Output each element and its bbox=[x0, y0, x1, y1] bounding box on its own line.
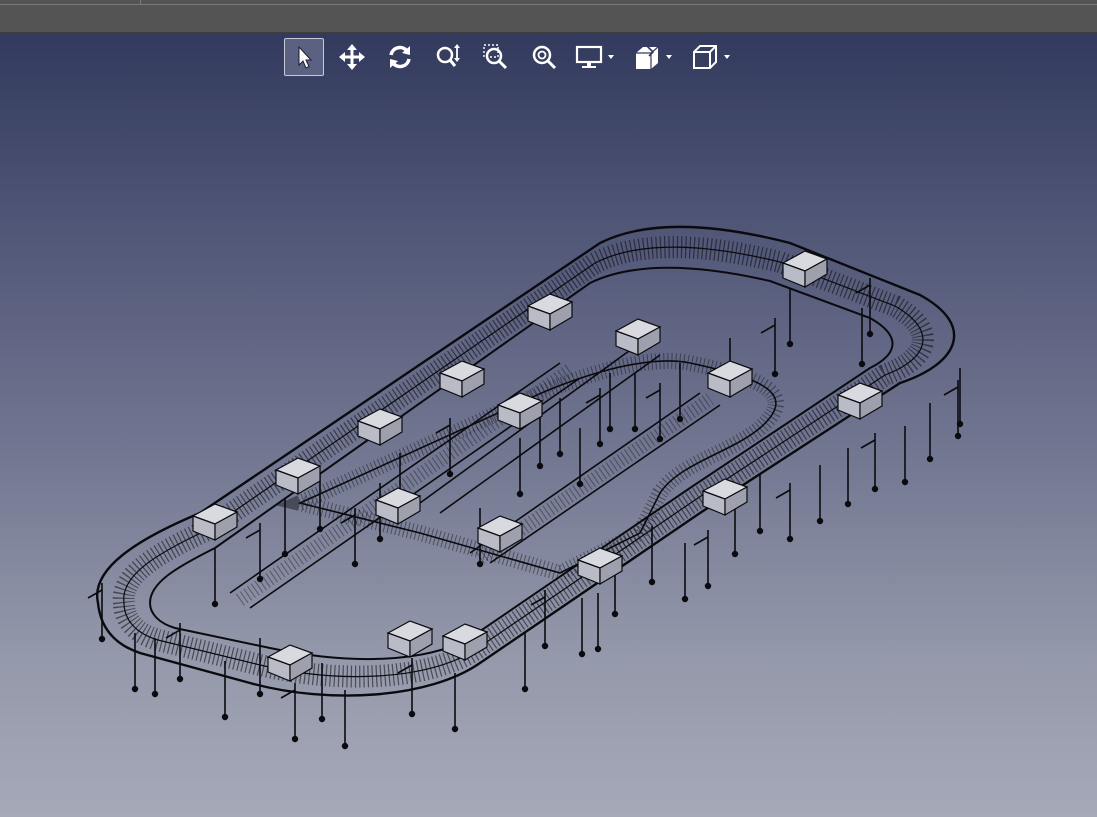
cargo-box[interactable] bbox=[706, 360, 754, 399]
cad-application bbox=[0, 0, 1097, 817]
leg-foot bbox=[318, 715, 326, 723]
title-bar bbox=[0, 0, 1097, 33]
leg-foot bbox=[648, 578, 656, 586]
cargo-box[interactable] bbox=[356, 408, 404, 447]
title-bar-tab-separator bbox=[140, 0, 141, 5]
leg-foot bbox=[731, 550, 739, 558]
leg-foot bbox=[211, 600, 219, 608]
leg-foot bbox=[256, 690, 264, 698]
view-cube-group bbox=[688, 38, 732, 76]
conveyor-model[interactable] bbox=[0, 33, 1097, 817]
leg-brace bbox=[87, 589, 103, 599]
cargo-box[interactable] bbox=[496, 392, 544, 431]
view-orientation-button[interactable] bbox=[688, 38, 722, 76]
leg-foot bbox=[704, 582, 712, 590]
leg-foot bbox=[866, 330, 874, 338]
conveyor-rail bbox=[95, 225, 956, 697]
leg-foot bbox=[578, 650, 586, 658]
zoom-fit-tool-button[interactable] bbox=[524, 38, 564, 76]
leg-foot bbox=[786, 535, 794, 543]
leg-foot bbox=[611, 610, 619, 618]
cube-view-icon bbox=[693, 45, 717, 69]
leg-foot bbox=[446, 470, 454, 478]
leg-foot bbox=[176, 675, 184, 683]
view-toolbar bbox=[284, 36, 746, 78]
leg-foot bbox=[151, 690, 159, 698]
leg-foot bbox=[926, 455, 934, 463]
leg-foot bbox=[631, 425, 639, 433]
pan-arrows-icon bbox=[339, 44, 365, 70]
leg-brace bbox=[645, 389, 661, 399]
cargo-box[interactable] bbox=[781, 250, 829, 289]
leg-brace bbox=[775, 489, 791, 499]
cargo-box[interactable] bbox=[438, 360, 486, 399]
leg-foot bbox=[844, 500, 852, 508]
cargo-box[interactable] bbox=[386, 620, 434, 659]
leg-foot bbox=[221, 713, 229, 721]
rotate-tool-button[interactable] bbox=[380, 38, 420, 76]
view-orientation-dropdown[interactable] bbox=[722, 47, 732, 67]
leg-foot bbox=[771, 370, 779, 378]
zoom-window-tool-button[interactable] bbox=[476, 38, 516, 76]
leg-foot bbox=[536, 462, 544, 470]
cargo-box[interactable] bbox=[191, 503, 239, 542]
leg-foot bbox=[756, 527, 764, 535]
pan-tool-button[interactable] bbox=[332, 38, 372, 76]
leg-foot bbox=[596, 440, 604, 448]
monitor-icon bbox=[575, 45, 603, 68]
cargo-box[interactable] bbox=[614, 318, 662, 357]
leg-foot bbox=[954, 432, 962, 440]
leg-foot bbox=[376, 535, 384, 543]
display-mode-group bbox=[572, 38, 616, 76]
leg-foot bbox=[816, 517, 824, 525]
cargo-box[interactable] bbox=[476, 515, 524, 554]
section-view-dropdown[interactable] bbox=[664, 47, 674, 67]
leg-foot bbox=[681, 595, 689, 603]
leg-foot bbox=[594, 645, 602, 653]
leg-foot bbox=[451, 725, 459, 733]
leg-brace bbox=[693, 536, 709, 546]
leg-foot bbox=[858, 360, 866, 368]
leg-foot bbox=[521, 685, 529, 693]
leg-foot bbox=[341, 742, 349, 750]
leg-foot bbox=[131, 685, 139, 693]
rotate-icon bbox=[389, 45, 411, 69]
leg-foot bbox=[901, 478, 909, 486]
zoom-fit-icon bbox=[532, 45, 557, 70]
leg-brace bbox=[860, 439, 876, 449]
leg-foot bbox=[516, 490, 524, 498]
chevron-down-icon bbox=[724, 55, 730, 59]
leg-foot bbox=[786, 340, 794, 348]
display-mode-dropdown[interactable] bbox=[606, 47, 616, 67]
chevron-down-icon bbox=[666, 55, 672, 59]
section-view-button[interactable] bbox=[630, 38, 664, 76]
zoom-tool-button[interactable] bbox=[428, 38, 468, 76]
zoom-updown-icon bbox=[436, 44, 460, 67]
3d-viewport[interactable] bbox=[0, 33, 1097, 817]
leg-foot bbox=[408, 710, 416, 718]
leg-brace bbox=[245, 529, 261, 539]
leg-foot bbox=[956, 420, 964, 428]
chevron-down-icon bbox=[608, 55, 614, 59]
section-cube-icon bbox=[636, 45, 659, 69]
section-view-group bbox=[630, 38, 674, 76]
conveyor-belts bbox=[95, 225, 956, 697]
leg-foot bbox=[98, 635, 106, 643]
leg-foot bbox=[871, 485, 879, 493]
leg-foot bbox=[556, 450, 564, 458]
title-bar-divider bbox=[0, 4, 1097, 5]
leg-foot bbox=[541, 642, 549, 650]
zoom-window-icon bbox=[483, 44, 508, 70]
leg-foot bbox=[351, 560, 359, 568]
leg-foot bbox=[291, 735, 299, 743]
leg-foot bbox=[476, 560, 484, 568]
select-tool-button[interactable] bbox=[284, 38, 324, 76]
select-arrow-icon bbox=[298, 45, 313, 69]
leg-brace bbox=[943, 386, 959, 396]
leg-brace bbox=[760, 324, 776, 334]
display-mode-button[interactable] bbox=[572, 38, 606, 76]
leg-foot bbox=[606, 425, 614, 433]
conveyor-rollers bbox=[112, 236, 934, 688]
